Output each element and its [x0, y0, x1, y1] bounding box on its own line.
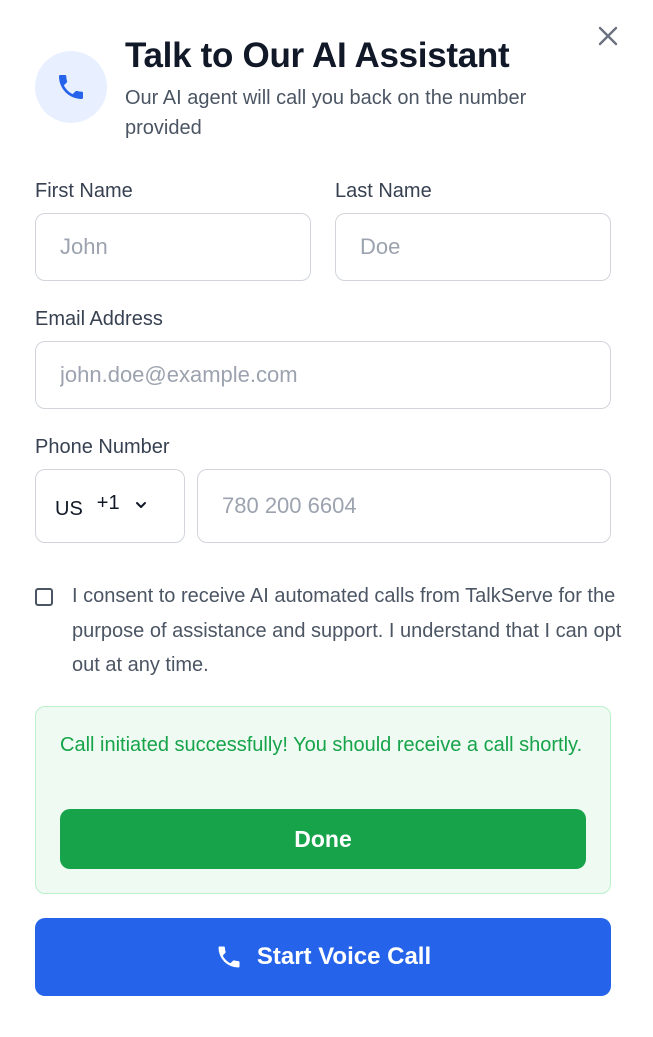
phone-icon	[215, 943, 243, 971]
done-button[interactable]: Done	[60, 809, 586, 869]
header-icon-circle	[35, 51, 107, 123]
call-modal: Talk to Our AI Assistant Our AI agent wi…	[0, 0, 653, 1037]
dial-code: +1	[96, 491, 120, 514]
first-name-input[interactable]	[35, 213, 311, 281]
start-voice-call-button[interactable]: Start Voice Call	[35, 918, 611, 996]
email-input[interactable]	[35, 341, 611, 409]
success-message: Call initiated successfully! You should …	[60, 734, 583, 756]
consent-checkbox[interactable]	[35, 588, 53, 606]
last-name-input[interactable]	[335, 213, 611, 281]
email-label: Email Address	[35, 308, 163, 330]
close-icon[interactable]	[597, 25, 619, 47]
country-code-select[interactable]: US +1	[35, 469, 185, 543]
consent-text: I consent to receive AI automated calls …	[72, 585, 622, 676]
country-code: US	[55, 497, 83, 520]
chevron-down-icon	[134, 498, 148, 512]
last-name-label: Last Name	[335, 180, 432, 202]
start-voice-call-label: Start Voice Call	[256, 943, 432, 970]
success-alert: Call initiated successfully! You should …	[35, 706, 611, 894]
phone-icon	[59, 75, 83, 99]
close-button[interactable]	[592, 20, 624, 52]
page-subtitle: Our AI agent will call you back on the n…	[125, 87, 527, 139]
phone-number-input[interactable]	[197, 469, 611, 543]
page-title: Talk to Our AI Assistant	[125, 36, 510, 75]
phone-label: Phone Number	[35, 436, 170, 458]
first-name-label: First Name	[35, 180, 133, 202]
